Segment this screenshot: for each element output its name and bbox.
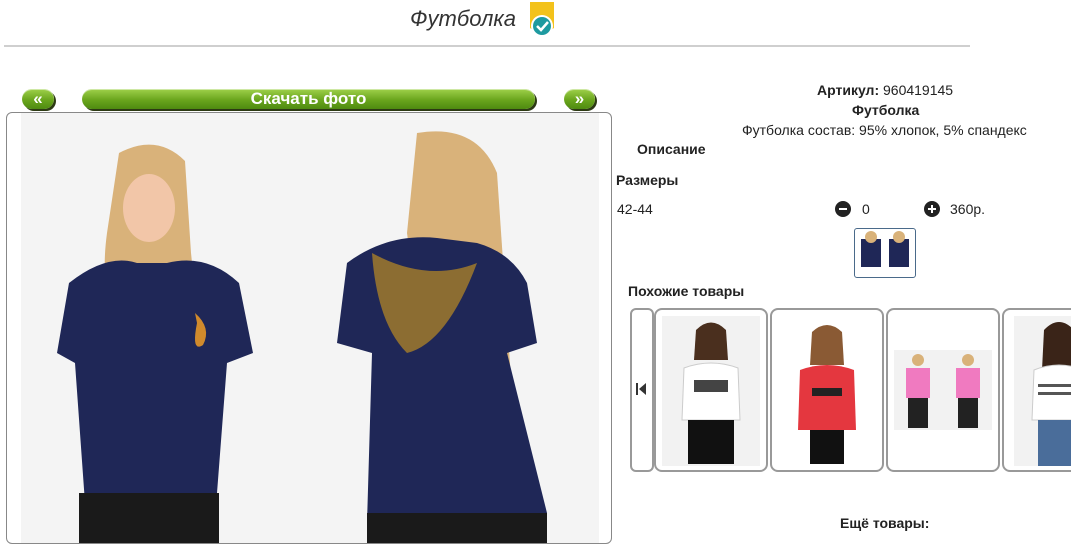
sku-label: Артикул: bbox=[817, 82, 880, 98]
header-divider bbox=[4, 45, 970, 47]
similar-product-card[interactable] bbox=[1002, 308, 1071, 472]
size-price: 360р. bbox=[950, 201, 986, 217]
product-image bbox=[778, 316, 876, 466]
product-composition: Футболка состав: 95% хлопок, 5% спандекс bbox=[742, 122, 1027, 138]
product-image bbox=[662, 316, 760, 466]
prev-photo-button[interactable]: « bbox=[22, 89, 54, 109]
product-photo-image bbox=[21, 113, 599, 543]
description-heading: Описание bbox=[637, 141, 706, 157]
sku: Артикул: 960419145 bbox=[817, 82, 953, 98]
sizes-heading: Размеры bbox=[616, 172, 679, 188]
next-photo-button[interactable]: » bbox=[564, 89, 595, 109]
sku-value: 960419145 bbox=[883, 82, 954, 98]
product-image bbox=[894, 350, 992, 430]
similar-product-card[interactable] bbox=[770, 308, 884, 472]
photo-thumbnail[interactable] bbox=[854, 228, 916, 278]
product-photo[interactable] bbox=[6, 112, 612, 544]
plus-icon[interactable] bbox=[924, 201, 940, 217]
carousel-prev-button[interactable] bbox=[630, 308, 654, 472]
similar-products-heading: Похожие товары bbox=[628, 283, 745, 299]
similar-product-card[interactable] bbox=[886, 308, 1000, 472]
similar-product-card[interactable] bbox=[654, 308, 768, 472]
carousel-prev-icon bbox=[636, 383, 646, 395]
verified-badge-icon bbox=[530, 2, 554, 37]
download-photo-button[interactable]: Скачать фото bbox=[82, 89, 535, 109]
thumbnail-image bbox=[861, 231, 909, 267]
product-name: Футболка bbox=[852, 102, 920, 118]
product-image bbox=[1014, 316, 1071, 466]
page-title: Футболка bbox=[410, 6, 516, 31]
size-label: 42-44 bbox=[617, 201, 653, 217]
minus-icon[interactable] bbox=[835, 201, 851, 217]
quantity-value: 0 bbox=[862, 201, 870, 217]
